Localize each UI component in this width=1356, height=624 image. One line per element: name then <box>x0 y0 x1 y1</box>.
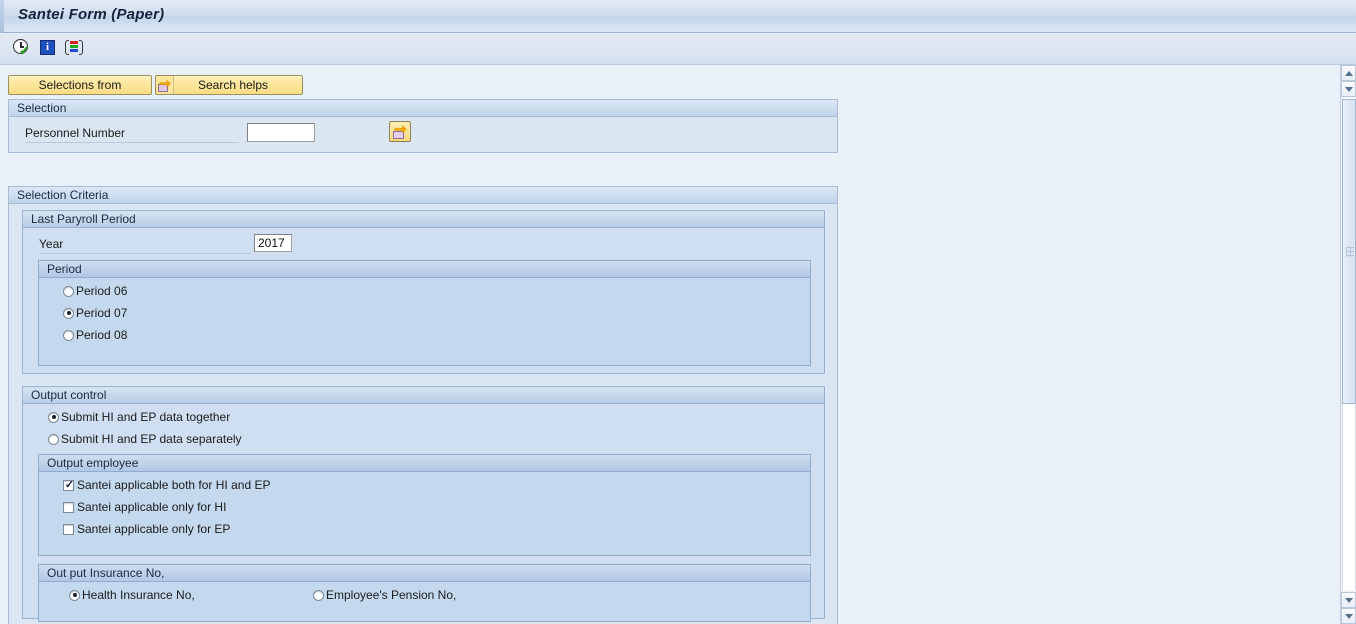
execute-clock-icon[interactable]: ✓ <box>13 39 31 57</box>
personnel-number-label: Personnel Number <box>25 126 239 143</box>
radio-employees-pension-no-indicator <box>313 589 324 601</box>
output-control-group: Output control Submit HI and EP data tog… <box>22 386 825 622</box>
radio-period-07-label: Period 07 <box>76 306 128 320</box>
button-row: Selections from ➞ Search helps <box>8 75 303 95</box>
selection-panel-header: Selection <box>9 100 837 117</box>
year-label: Year <box>39 237 251 254</box>
radio-submit-together[interactable]: Submit HI and EP data together <box>48 410 230 424</box>
radio-employees-pension-no-label: Employee's Pension No, <box>326 588 457 602</box>
scrollbar-thumb[interactable] <box>1342 99 1356 404</box>
output-employee-header: Output employee <box>39 455 810 472</box>
radio-period-06[interactable]: Period 06 <box>63 284 127 298</box>
checkbox-santei-hi[interactable]: Santei applicable only for HI <box>63 500 226 514</box>
selection-panel-body: Personnel Number ➞ <box>9 117 837 153</box>
green-check-mark: ✓ <box>19 43 30 58</box>
radio-submit-together-label: Submit HI and EP data together <box>61 410 231 424</box>
output-insurance-no-header: Out put Insurance No, <box>39 565 810 582</box>
radio-period-08-indicator <box>63 329 74 341</box>
radio-health-insurance-no-indicator <box>69 589 80 601</box>
radio-submit-together-indicator <box>48 411 59 423</box>
output-control-body: Submit HI and EP data together Submit HI… <box>23 404 824 622</box>
application-toolbar: ✓ i © www.tutorialkart.com <box>0 33 1356 94</box>
radio-period-07-indicator <box>63 307 74 319</box>
radio-health-insurance-no[interactable]: Health Insurance No, <box>69 588 195 602</box>
radio-period-06-label: Period 06 <box>76 284 128 298</box>
radio-health-insurance-no-label: Health Insurance No, <box>82 588 195 602</box>
search-helps-button[interactable]: ➞ Search helps <box>155 75 303 95</box>
radio-period-08-label: Period 08 <box>76 328 128 342</box>
scroll-down-arrow-icon-top[interactable] <box>1341 81 1356 97</box>
sap-screen: Santei Form (Paper) ✓ i © www.t <box>0 0 1356 624</box>
legend-bracket-right <box>79 40 83 55</box>
scroll-up-arrow-icon[interactable] <box>1341 65 1356 81</box>
checkbox-santei-both-label: Santei applicable both for HI and EP <box>77 478 271 492</box>
legend-bracket-left <box>65 40 69 55</box>
selection-panel: Selection Personnel Number ➞ <box>8 99 838 153</box>
scrollbar-grip-icon <box>1346 246 1354 257</box>
selection-criteria-body: Last Paryroll Period Year Period <box>9 204 837 624</box>
search-helps-label: Search helps <box>197 78 269 92</box>
last-payroll-period-group: Last Paryroll Period Year Period <box>22 210 825 374</box>
output-employee-body: Santei applicable both for HI and EP San… <box>39 472 810 556</box>
output-insurance-no-group: Out put Insurance No, Health Insurance N… <box>38 564 811 622</box>
radio-submit-separately[interactable]: Submit HI and EP data separately <box>48 432 242 446</box>
radio-period-06-indicator <box>63 285 74 297</box>
radio-submit-separately-label: Submit HI and EP data separately <box>61 432 242 446</box>
output-insurance-no-body: Health Insurance No, Employee's Pension … <box>39 582 810 622</box>
period-group-body: Period 06 Period 07 Period 08 <box>39 278 810 366</box>
radio-employees-pension-no[interactable]: Employee's Pension No, <box>313 588 456 602</box>
toolbar-icon-group: ✓ i <box>13 39 83 57</box>
output-control-header: Output control <box>23 387 824 404</box>
period-group: Period Period 06 Period 07 Period 08 <box>38 260 811 366</box>
checkbox-santei-ep-label: Santei applicable only for EP <box>77 522 231 536</box>
checkbox-santei-hi-label: Santei applicable only for HI <box>77 500 227 514</box>
radio-period-08[interactable]: Period 08 <box>63 328 127 342</box>
personnel-number-multiple-selection-button[interactable]: ➞ <box>389 121 411 142</box>
selection-criteria-header: Selection Criteria <box>9 187 837 204</box>
scroll-up-arrow-icon-bottom[interactable] <box>1341 592 1356 608</box>
scroll-down-arrow-icon[interactable] <box>1341 608 1356 624</box>
radio-period-07[interactable]: Period 07 <box>63 306 127 320</box>
title-bar-edge <box>0 0 4 33</box>
selection-criteria-panel: Selection Criteria Last Paryroll Period … <box>8 186 838 624</box>
checkbox-santei-both-indicator <box>63 478 75 493</box>
personnel-number-input[interactable] <box>247 123 315 142</box>
checkbox-santei-ep-indicator <box>63 523 74 535</box>
information-icon[interactable]: i <box>39 39 57 57</box>
legend-color-bars <box>70 41 78 54</box>
checkbox-santei-ep[interactable]: Santei applicable only for EP <box>63 522 230 536</box>
radio-submit-separately-indicator <box>48 433 59 445</box>
vertical-scrollbar[interactable] <box>1340 65 1356 624</box>
color-legend-icon[interactable] <box>65 39 83 57</box>
last-payroll-period-header: Last Paryroll Period <box>23 211 824 228</box>
last-payroll-period-body: Year Period Period 06 <box>23 228 824 374</box>
selections-from-label: Selections from <box>38 78 122 92</box>
selections-from-button[interactable]: Selections from <box>8 75 152 95</box>
checkbox-santei-both[interactable]: Santei applicable both for HI and EP <box>63 478 271 493</box>
search-help-arrow-icon: ➞ <box>157 76 174 94</box>
info-letter: i <box>45 41 50 53</box>
page-title: Santei Form (Paper) <box>18 6 165 23</box>
window-title-bar: Santei Form (Paper) <box>0 0 1356 33</box>
year-input[interactable] <box>254 234 292 252</box>
period-group-header: Period <box>39 261 810 278</box>
checkbox-santei-hi-indicator <box>63 501 74 513</box>
output-employee-group: Output employee Santei applicable both f… <box>38 454 811 556</box>
selection-screen-body: Selections from ➞ Search helps Selection… <box>0 65 1326 624</box>
